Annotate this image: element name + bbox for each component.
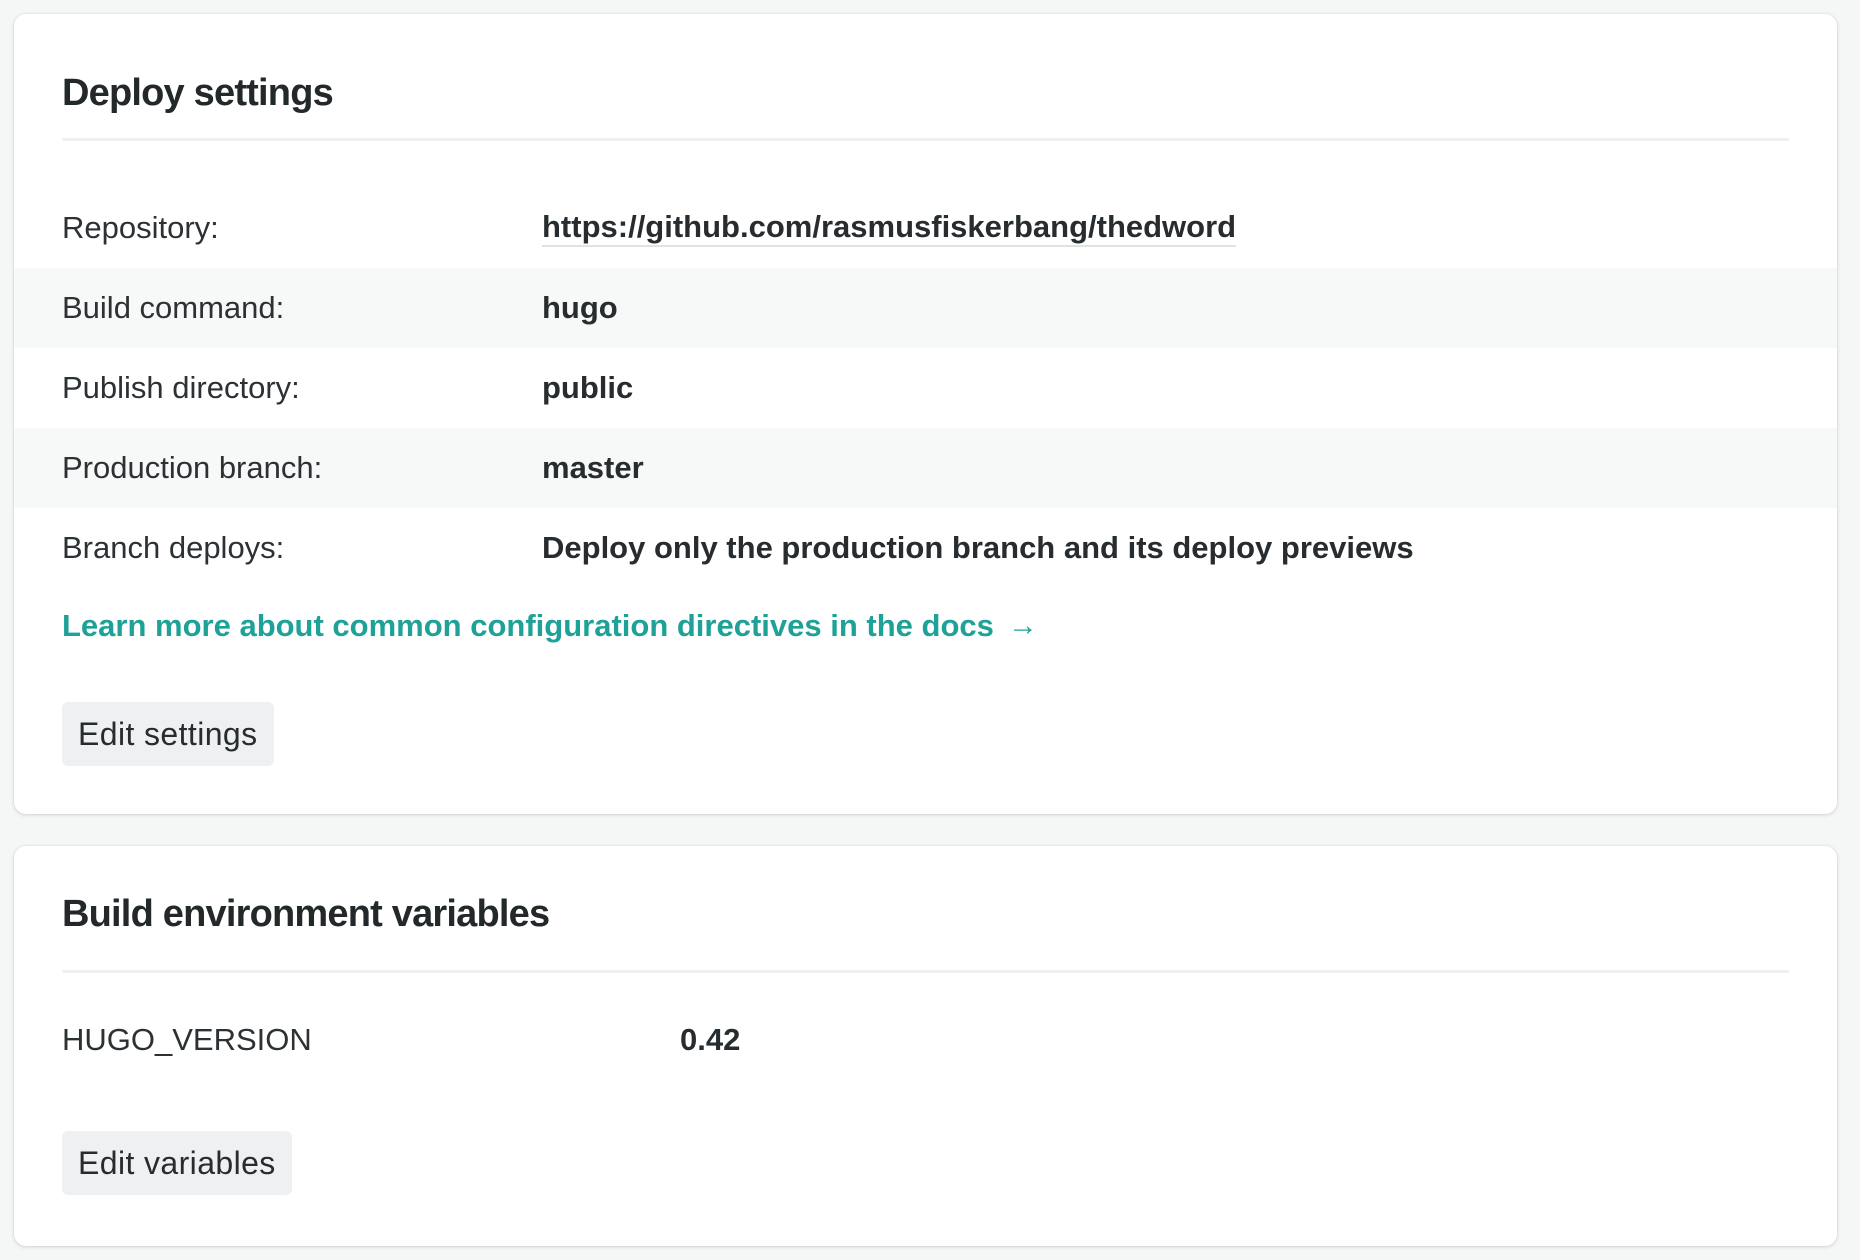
setting-value: public (542, 370, 634, 405)
setting-label: Publish directory: (62, 370, 300, 405)
docs-link[interactable]: Learn more about common configuration di… (62, 608, 1038, 644)
deploy-settings-title: Deploy settings (62, 72, 334, 114)
title-divider (62, 138, 1789, 141)
env-variable-value: 0.42 (680, 1022, 741, 1057)
setting-value: hugo (542, 290, 618, 325)
repository-link[interactable]: https://github.com/rasmusfiskerbang/thed… (542, 209, 1237, 248)
arrow-right-icon: → (1007, 609, 1038, 642)
setting-label: Branch deploys: (62, 530, 285, 565)
setting-row-branch-deploys: Branch deploys: Deploy only the producti… (14, 508, 1837, 588)
edit-settings-button[interactable]: Edit settings (62, 702, 274, 766)
setting-row-build-command: Build command: hugo (14, 268, 1837, 348)
build-env-title: Build environment variables (62, 893, 550, 935)
build-environment-variables-card: Build environment variables HUGO_VERSION… (14, 846, 1837, 1246)
setting-label: Repository: (62, 210, 219, 245)
docs-link-label: Learn more about common configuration di… (62, 608, 994, 643)
setting-value: master (542, 450, 644, 485)
setting-row-production-branch: Production branch: master (14, 428, 1837, 508)
env-variable-row: HUGO_VERSION 0.42 (62, 1022, 1789, 1058)
title-divider (62, 970, 1789, 973)
env-variable-key: HUGO_VERSION (62, 1022, 312, 1057)
edit-variables-button[interactable]: Edit variables (62, 1131, 292, 1195)
setting-label: Build command: (62, 290, 285, 325)
settings-list: Repository: https://github.com/rasmusfis… (14, 188, 1837, 588)
deploy-settings-card: Deploy settings Repository: https://gith… (14, 14, 1837, 814)
setting-label: Production branch: (62, 450, 323, 485)
setting-value: Deploy only the production branch and it… (542, 530, 1414, 565)
setting-row-repository: Repository: https://github.com/rasmusfis… (14, 188, 1837, 268)
setting-row-publish-directory: Publish directory: public (14, 348, 1837, 428)
